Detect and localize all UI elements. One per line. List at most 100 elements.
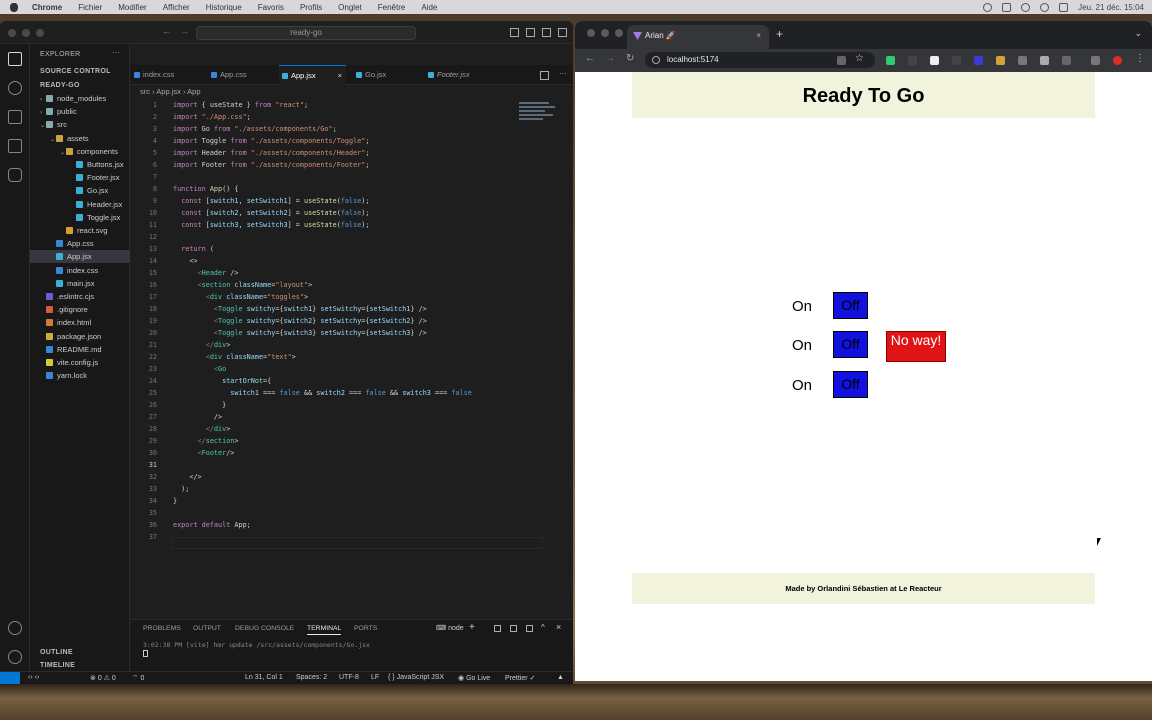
status-control-center-icon[interactable] bbox=[1059, 2, 1069, 12]
account-icon[interactable] bbox=[8, 621, 22, 635]
editor-more-icon[interactable]: ··· bbox=[559, 69, 567, 78]
tree-item[interactable]: Buttons.jsx bbox=[30, 158, 130, 171]
status-ports[interactable]: ⌔ 0 bbox=[132, 674, 144, 683]
toggle-2-on-label[interactable]: On bbox=[792, 337, 812, 354]
code-line[interactable]: <div className="text"> bbox=[173, 351, 296, 363]
minimap[interactable] bbox=[519, 98, 563, 138]
forward-arrow-icon[interactable]: → bbox=[605, 53, 615, 64]
tree-item[interactable]: main.jsx bbox=[30, 277, 130, 290]
explorer-icon[interactable] bbox=[8, 52, 22, 66]
tree-item[interactable]: index.css bbox=[30, 264, 130, 277]
status-indentation[interactable]: Spaces: 2 bbox=[296, 674, 327, 681]
extension-icon-2[interactable] bbox=[908, 56, 917, 65]
status-prettier[interactable]: Prettier ✓ bbox=[505, 674, 535, 682]
code-line[interactable]: <Footer/> bbox=[173, 447, 235, 459]
back-arrow-icon[interactable]: ← bbox=[585, 53, 595, 64]
extension-icon-1[interactable] bbox=[886, 56, 895, 65]
status-position[interactable]: Ln 31, Col 1 bbox=[245, 674, 283, 681]
toggle-1-off-button[interactable]: Off bbox=[833, 292, 868, 319]
status-search-icon[interactable] bbox=[1040, 2, 1050, 12]
tree-item[interactable]: Header.jsx bbox=[30, 198, 130, 211]
settings-gear-icon[interactable] bbox=[8, 650, 22, 664]
zoom-window-icon[interactable] bbox=[615, 29, 623, 37]
status-battery-icon[interactable] bbox=[1002, 2, 1012, 12]
more-actions-icon[interactable]: ··· bbox=[112, 48, 120, 57]
bookmark-star-icon[interactable]: ☆ bbox=[855, 53, 864, 64]
extension-icon-5[interactable] bbox=[974, 56, 983, 65]
tree-item[interactable]: Toggle.jsx bbox=[30, 211, 130, 224]
code-line[interactable]: ); bbox=[173, 483, 189, 495]
extension-icon-3[interactable] bbox=[930, 56, 939, 65]
extensions-puzzle-icon[interactable] bbox=[1062, 56, 1071, 65]
code-line[interactable]: </> bbox=[173, 471, 201, 483]
code-line[interactable]: } bbox=[173, 495, 177, 507]
maximize-panel-icon[interactable]: ^ bbox=[541, 623, 545, 632]
tree-item[interactable]: App.jsx bbox=[30, 250, 130, 264]
code-editor[interactable]: 1 import { useState } from "react"; 2 impor… bbox=[131, 99, 571, 549]
tab-terminal[interactable]: TERMINAL bbox=[307, 625, 342, 635]
toggle-panel-icon[interactable] bbox=[526, 28, 535, 37]
code-line[interactable]: return ( bbox=[173, 243, 214, 255]
tree-item[interactable]: Go.jsx bbox=[30, 184, 130, 197]
tree-item[interactable]: README.md bbox=[30, 343, 130, 356]
tab-go-jsx[interactable]: Go.jsx bbox=[353, 65, 411, 85]
tree-item[interactable]: index.html bbox=[30, 316, 130, 329]
breadcrumb-symbol[interactable]: App bbox=[187, 87, 200, 96]
tab-footer-jsx[interactable]: Footer.jsx bbox=[425, 65, 495, 85]
menubar-clock[interactable]: Jeu. 21 déc. 15:04 bbox=[1078, 3, 1144, 12]
chrome-menu-icon[interactable]: ⋮ bbox=[1135, 53, 1145, 64]
tree-item[interactable]: › public bbox=[30, 105, 130, 118]
toggle-2-off-button[interactable]: Off bbox=[833, 331, 868, 358]
status-language[interactable]: { } JavaScript JSX bbox=[388, 674, 444, 681]
browser-tab[interactable]: Arian 🚀 × bbox=[627, 25, 769, 49]
tree-item[interactable]: Footer.jsx bbox=[30, 171, 130, 184]
code-line[interactable]: import Header from "./assets/components/… bbox=[173, 147, 369, 159]
close-window-icon[interactable] bbox=[587, 29, 595, 37]
code-line[interactable]: import { useState } from "react"; bbox=[173, 99, 308, 111]
toggle-secondary-sidebar-icon[interactable] bbox=[542, 28, 551, 37]
tab-index-css[interactable]: index.css bbox=[131, 65, 189, 85]
status-wifi-icon[interactable] bbox=[1021, 2, 1031, 12]
tree-item[interactable]: › node_modules bbox=[30, 92, 130, 105]
status-encoding[interactable]: UTF-8 bbox=[339, 674, 359, 681]
code-line[interactable]: const [switch1, setSwitch1] = useState(f… bbox=[173, 195, 369, 207]
toggle-1-on-label[interactable]: On bbox=[792, 298, 812, 315]
tab-problems[interactable]: PROBLEMS bbox=[143, 625, 181, 632]
extension-icon-4[interactable] bbox=[952, 56, 961, 65]
tab-search-icon[interactable]: ⌄ bbox=[1134, 28, 1142, 39]
status-problems[interactable]: ⊗ 0 ⚠ 0 bbox=[90, 674, 116, 682]
code-line[interactable]: const [switch3, setSwitch3] = useState(f… bbox=[173, 219, 369, 231]
apple-icon[interactable] bbox=[10, 2, 18, 12]
code-line[interactable]: <Toggle switchy={switch1} setSwitchy={se… bbox=[173, 303, 427, 315]
source-control-icon[interactable] bbox=[8, 110, 22, 124]
tab-app-css[interactable]: App.css bbox=[208, 65, 266, 85]
extensions-icon[interactable] bbox=[8, 139, 22, 153]
breadcrumb-src[interactable]: src bbox=[140, 87, 150, 96]
breadcrumb-file[interactable]: App.jsx bbox=[156, 87, 181, 96]
status-record-icon[interactable] bbox=[983, 2, 993, 12]
close-window-icon[interactable] bbox=[8, 29, 16, 37]
remote-indicator[interactable] bbox=[0, 672, 20, 684]
kill-terminal-icon[interactable] bbox=[510, 625, 517, 632]
code-line[interactable]: <section className="layout"> bbox=[173, 279, 313, 291]
status-go-live[interactable]: ◉ Go Live bbox=[458, 674, 490, 682]
menu-window[interactable]: Fenêtre bbox=[378, 3, 406, 12]
tab-ports[interactable]: PORTS bbox=[354, 625, 377, 632]
status-eol[interactable]: LF bbox=[371, 674, 379, 681]
side-panel-icon[interactable] bbox=[1091, 56, 1100, 65]
project-folder-header[interactable]: READY-GO bbox=[40, 82, 80, 89]
code-line[interactable]: </div> bbox=[173, 423, 231, 435]
menu-view[interactable]: Afficher bbox=[163, 3, 190, 12]
tree-item[interactable]: vite.config.js bbox=[30, 356, 130, 369]
menu-history[interactable]: Historique bbox=[206, 3, 242, 12]
tree-item[interactable]: .gitignore bbox=[30, 303, 130, 316]
timeline-section[interactable]: TIMELINE bbox=[40, 662, 75, 669]
split-terminal-icon[interactable] bbox=[494, 625, 501, 632]
tree-item[interactable]: react.svg bbox=[30, 224, 130, 237]
code-line[interactable]: <> bbox=[173, 255, 197, 267]
code-line[interactable]: switch1 === false && switch2 === false &… bbox=[173, 387, 472, 399]
code-line[interactable]: import "./App.css"; bbox=[173, 111, 251, 123]
code-line[interactable]: </section> bbox=[173, 435, 239, 447]
code-line[interactable]: import Footer from "./assets/components/… bbox=[173, 159, 369, 171]
toggle-sidebar-icon[interactable] bbox=[510, 28, 519, 37]
